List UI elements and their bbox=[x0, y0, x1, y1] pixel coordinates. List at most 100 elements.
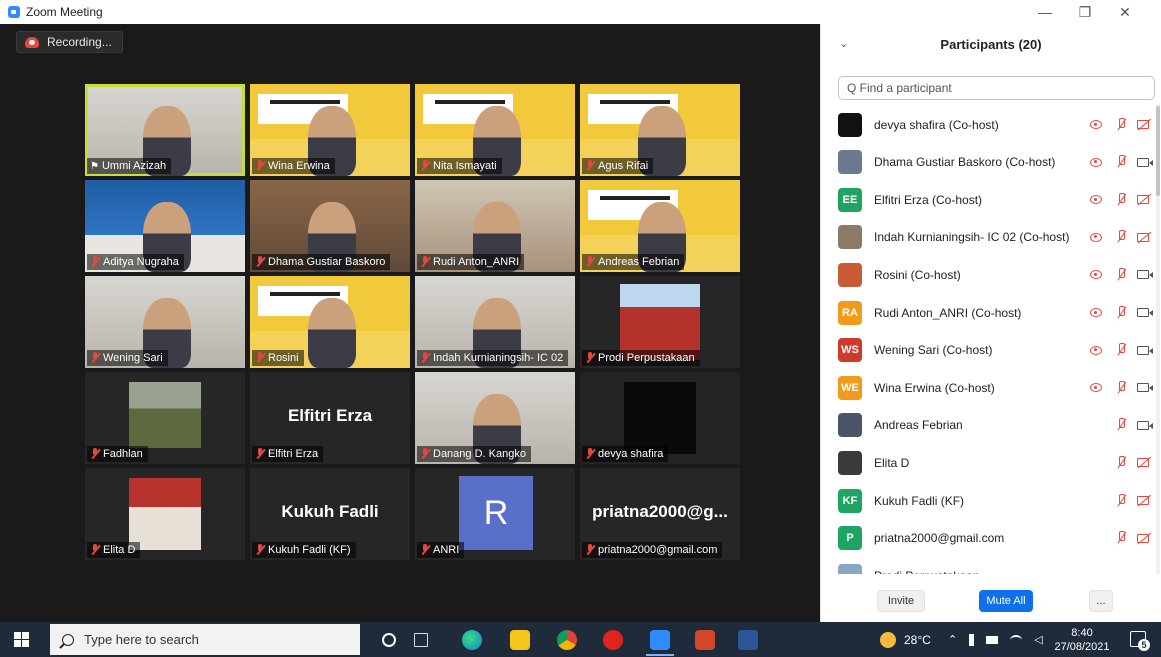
video-tile[interactable]: Kukuh Fadli Kukuh Fadli (KF) bbox=[250, 468, 410, 560]
more-button[interactable]: ... bbox=[1089, 590, 1113, 612]
video-tile[interactable]: Wening Sari bbox=[85, 276, 245, 368]
weather-widget[interactable]: 28°C bbox=[880, 622, 931, 657]
video-tile[interactable]: devya shafira bbox=[580, 372, 740, 464]
video-tile[interactable]: Elita D bbox=[85, 468, 245, 560]
mic-muted-icon bbox=[90, 352, 100, 364]
participant-row[interactable]: Rosini (Co-host) bbox=[821, 256, 1156, 293]
tile-nameplate: Andreas Febrian bbox=[582, 254, 685, 270]
video-tile[interactable]: Dhama Gustiar Baskoro bbox=[250, 180, 410, 272]
video-tile[interactable]: priatna2000@g... priatna2000@gmail.com bbox=[580, 468, 740, 560]
video-tile[interactable]: Elfitri Erza Elfitri Erza bbox=[250, 372, 410, 464]
taskbar-search-input[interactable] bbox=[84, 632, 334, 647]
clock[interactable]: 8:40 27/08/2021 bbox=[1052, 626, 1112, 654]
video-off-icon[interactable] bbox=[1136, 494, 1150, 508]
cortana-icon[interactable] bbox=[382, 633, 396, 647]
participant-row[interactable]: Ppriatna2000@gmail.com bbox=[821, 520, 1156, 557]
participant-row[interactable]: devya shafira (Co-host) bbox=[821, 106, 1156, 143]
video-on-icon[interactable] bbox=[1136, 381, 1153, 395]
mic-muted-icon[interactable] bbox=[1114, 230, 1128, 244]
restore-button[interactable]: ❐ bbox=[1065, 0, 1105, 24]
video-tile[interactable]: Indah Kurnianingsih- IC 02 bbox=[415, 276, 575, 368]
participant-row[interactable]: Dhama Gustiar Baskoro (Co-host) bbox=[821, 144, 1156, 181]
video-tile[interactable]: Fadhlan bbox=[85, 372, 245, 464]
video-off-icon[interactable] bbox=[1136, 230, 1150, 244]
video-on-icon[interactable] bbox=[1136, 155, 1153, 169]
edge-icon[interactable] bbox=[462, 630, 482, 650]
usb-icon[interactable] bbox=[969, 633, 975, 646]
participant-row[interactable]: Prodi Perpustakaan bbox=[821, 557, 1156, 574]
video-tile[interactable]: Agus Rifai bbox=[580, 84, 740, 176]
video-on-icon[interactable] bbox=[1136, 268, 1153, 282]
video-on-icon[interactable] bbox=[1136, 343, 1153, 357]
word-icon[interactable] bbox=[738, 630, 758, 650]
reaction-icon bbox=[1089, 343, 1103, 357]
video-tile[interactable]: Nita Ismayati bbox=[415, 84, 575, 176]
mic-muted-icon bbox=[420, 544, 430, 556]
video-off-icon[interactable] bbox=[1136, 456, 1150, 470]
video-off-icon[interactable] bbox=[1136, 193, 1150, 207]
wifi-icon[interactable] bbox=[1010, 634, 1023, 645]
participant-search[interactable] bbox=[838, 76, 1155, 100]
participant-list-scroll-thumb[interactable] bbox=[1156, 106, 1160, 196]
participant-row[interactable]: Andreas Febrian bbox=[821, 407, 1156, 444]
video-on-icon[interactable] bbox=[1136, 418, 1153, 432]
video-tile[interactable]: Andreas Febrian bbox=[580, 180, 740, 272]
video-tile[interactable]: ⚑ Ummi Azizah bbox=[85, 84, 245, 176]
mic-muted-icon[interactable] bbox=[1114, 305, 1128, 320]
taskbar-search[interactable] bbox=[50, 624, 360, 655]
participant-row[interactable]: RA Rudi Anton_ANRI (Co-host) bbox=[821, 294, 1156, 331]
video-tile[interactable]: Aditya Nugraha bbox=[85, 180, 245, 272]
opera-icon[interactable] bbox=[603, 630, 623, 650]
task-view-icon[interactable] bbox=[414, 633, 428, 647]
network-icon[interactable] bbox=[986, 635, 999, 644]
zoom-taskbar-icon[interactable] bbox=[646, 630, 674, 656]
weather-temp: 28°C bbox=[904, 632, 931, 647]
mic-muted-icon[interactable] bbox=[1114, 531, 1128, 545]
file-explorer-icon[interactable] bbox=[510, 630, 530, 650]
video-tile[interactable]: Danang D. Kangko bbox=[415, 372, 575, 464]
mic-muted-icon[interactable] bbox=[1114, 493, 1128, 508]
video-off-icon[interactable] bbox=[1136, 531, 1150, 545]
recording-indicator[interactable]: Recording... bbox=[16, 31, 123, 53]
invite-button[interactable]: Invite bbox=[877, 590, 925, 612]
mute-all-button[interactable]: Mute All bbox=[979, 590, 1033, 612]
windows-start-icon[interactable] bbox=[14, 632, 30, 648]
mic-muted-icon[interactable] bbox=[1114, 192, 1128, 207]
mic-muted-icon[interactable] bbox=[1114, 155, 1128, 169]
powerpoint-icon[interactable] bbox=[695, 630, 715, 650]
mic-muted-icon bbox=[255, 256, 265, 268]
video-on-icon[interactable] bbox=[1136, 306, 1153, 320]
video-tile[interactable]: Rosini bbox=[250, 276, 410, 368]
video-off-icon[interactable] bbox=[1136, 118, 1150, 132]
participant-name: devya shafira (Co-host) bbox=[874, 117, 999, 132]
mic-muted-icon[interactable] bbox=[1114, 455, 1128, 470]
participant-row[interactable]: Indah Kurnianingsih- IC 02 (Co-host) bbox=[821, 219, 1156, 256]
volume-icon[interactable]: ◁ bbox=[1034, 633, 1042, 646]
landscape-image bbox=[129, 382, 201, 448]
participant-row[interactable]: WS Wening Sari (Co-host) bbox=[821, 332, 1156, 369]
tile-nameplate: Prodi Perpustakaan bbox=[582, 350, 700, 366]
close-button[interactable]: ✕ bbox=[1105, 0, 1145, 24]
video-tile[interactable]: Rudi Anton_ANRI bbox=[415, 180, 575, 272]
mic-muted-icon[interactable] bbox=[1114, 380, 1128, 395]
mic-muted-icon[interactable] bbox=[1114, 117, 1128, 132]
mic-muted-icon[interactable] bbox=[1114, 418, 1128, 432]
video-tile[interactable]: R ANRI bbox=[415, 468, 575, 560]
participant-row[interactable]: EE Elfitri Erza (Co-host) bbox=[821, 181, 1156, 218]
video-tile[interactable]: Prodi Perpustakaan bbox=[580, 276, 740, 368]
mic-muted-icon[interactable] bbox=[1114, 343, 1128, 357]
minimize-button[interactable]: — bbox=[1025, 0, 1065, 24]
meeting-gallery: Recording... ⚑ Ummi Azizah Wina Erwina Nita… bbox=[0, 24, 820, 622]
mic-muted-icon bbox=[255, 352, 265, 364]
participant-name: Rudi Anton_ANRI (Co-host) bbox=[874, 305, 1022, 320]
chevron-down-icon[interactable]: ⌄ bbox=[839, 37, 848, 50]
participant-row[interactable]: KF Kukuh Fadli (KF) bbox=[821, 482, 1156, 519]
participant-name: Rosini (Co-host) bbox=[874, 267, 961, 282]
participant-search-input[interactable] bbox=[847, 81, 1127, 95]
video-tile[interactable]: Wina Erwina bbox=[250, 84, 410, 176]
participant-row[interactable]: WE Wina Erwina (Co-host) bbox=[821, 369, 1156, 406]
chrome-icon[interactable] bbox=[557, 630, 577, 650]
mic-muted-icon[interactable] bbox=[1114, 267, 1128, 282]
participant-row[interactable]: Elita D bbox=[821, 444, 1156, 481]
chevron-up-icon[interactable]: ⌃ bbox=[948, 633, 957, 646]
